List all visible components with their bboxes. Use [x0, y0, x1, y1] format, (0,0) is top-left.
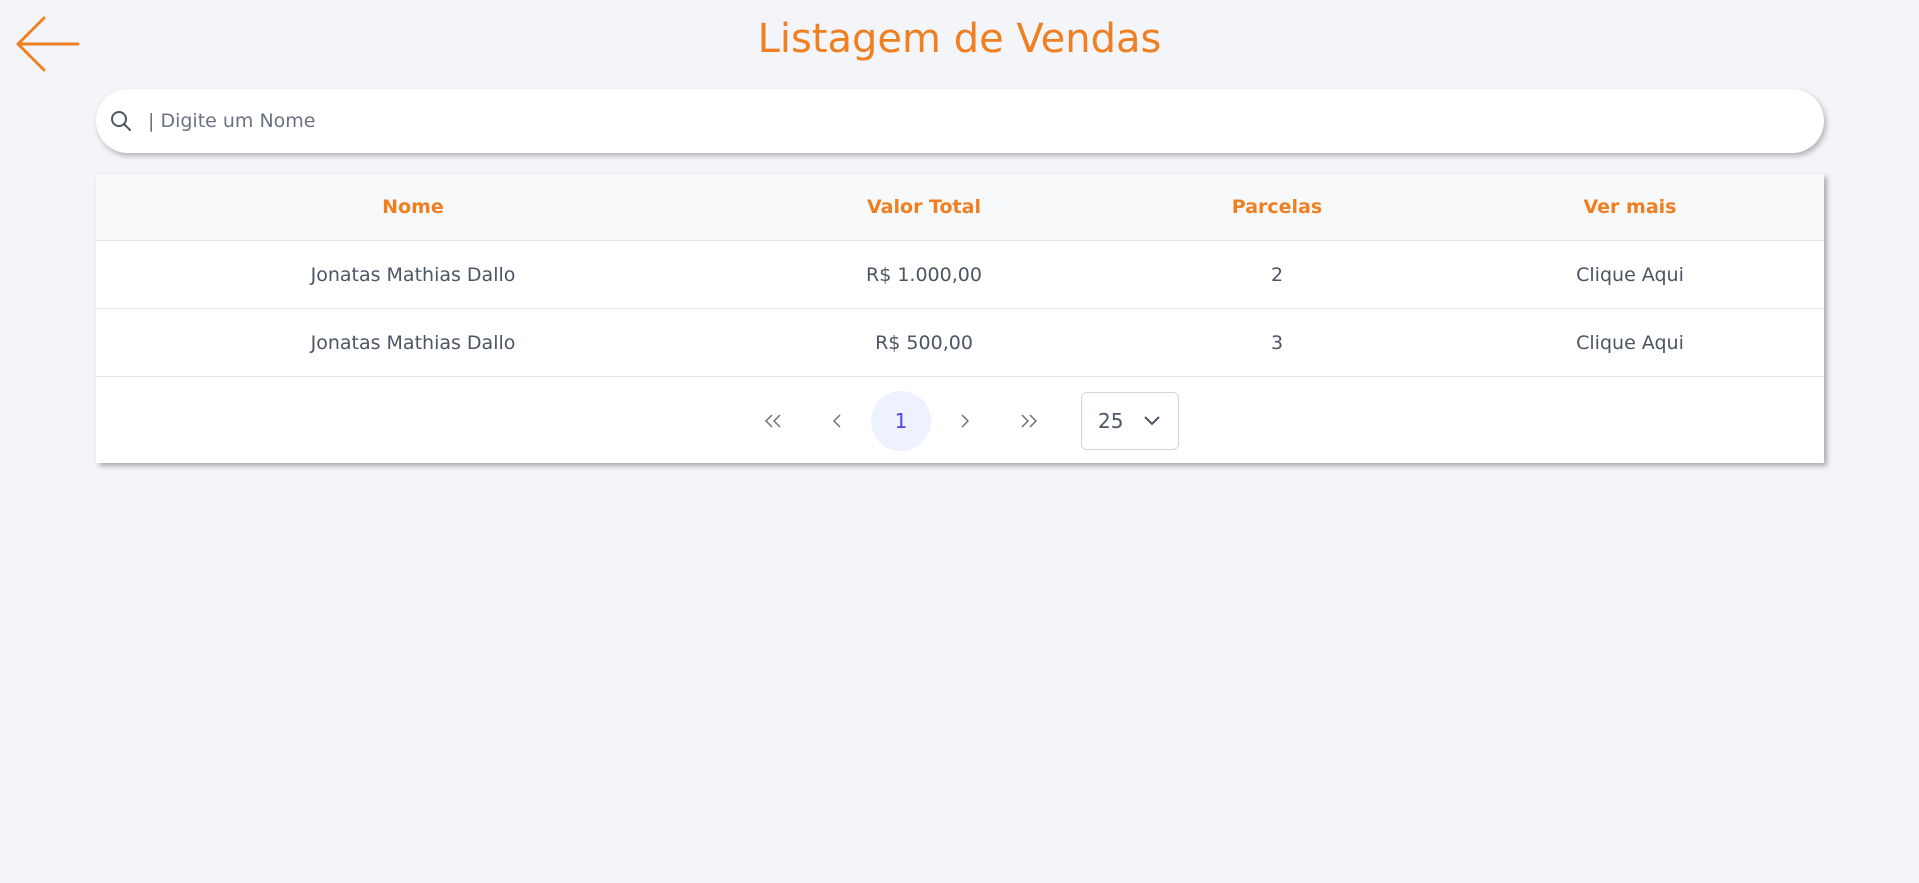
rows-per-page-dropdown[interactable]: 25 [1081, 391, 1179, 450]
cell-parcelas: 3 [1270, 331, 1284, 354]
table-row: Jonatas Mathias Dallo R$ 1.000,00 2 Cliq… [96, 241, 1824, 309]
ver-mais-link[interactable]: Clique Aqui [1436, 264, 1824, 286]
table-row: Jonatas Mathias Dallo R$ 500,00 3 Clique… [96, 309, 1824, 377]
rows-per-page-value: 25 [1098, 408, 1124, 433]
column-header-valor-total[interactable]: Valor Total [730, 196, 1118, 218]
column-header-ver-mais[interactable]: Ver mais [1436, 196, 1824, 218]
search-bar [96, 89, 1824, 153]
ver-mais-link[interactable]: Clique Aqui [1436, 332, 1824, 354]
double-chevron-right-icon [1021, 413, 1038, 428]
chevron-right-icon [961, 413, 970, 428]
sales-table: Nome Valor Total Parcelas Ver mais Jonat… [96, 174, 1824, 463]
column-header-nome[interactable]: Nome [96, 196, 730, 218]
chevron-down-icon [1144, 415, 1160, 425]
cell-valor-total: R$ 500,00 [875, 331, 973, 354]
cell-parcelas: 2 [1270, 263, 1284, 286]
search-icon [110, 110, 132, 132]
double-chevron-left-icon [764, 413, 781, 428]
chevron-left-icon [832, 413, 841, 428]
page-title: Listagem de Vendas [757, 16, 1162, 62]
cell-nome: Jonatas Mathias Dallo [310, 331, 516, 354]
paginator: 1 25 [96, 377, 1824, 464]
next-page-button[interactable] [935, 391, 995, 451]
cell-nome: Jonatas Mathias Dallo [310, 263, 516, 286]
previous-page-button[interactable] [807, 391, 867, 451]
search-input[interactable] [146, 100, 1750, 142]
first-page-button[interactable] [743, 391, 803, 451]
last-page-button[interactable] [999, 391, 1059, 451]
table-header: Nome Valor Total Parcelas Ver mais [96, 174, 1824, 241]
column-header-parcelas[interactable]: Parcelas [1118, 196, 1436, 218]
page-button-current[interactable]: 1 [871, 390, 931, 451]
cell-valor-total: R$ 1.000,00 [866, 263, 982, 286]
